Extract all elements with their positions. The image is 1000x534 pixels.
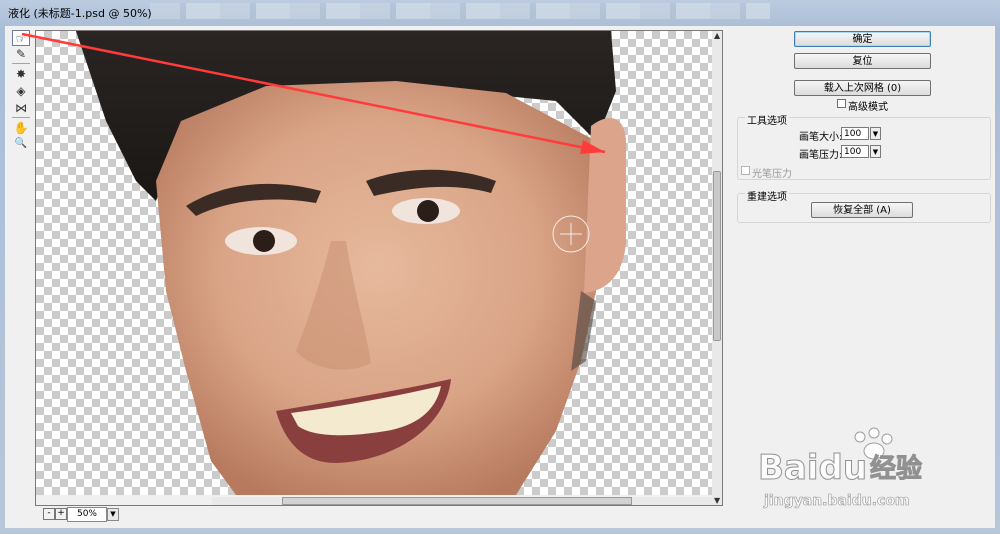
- stylus-pressure-label: 光笔压力: [752, 169, 792, 180]
- reset-button[interactable]: 复位: [794, 53, 931, 69]
- brush-size-dropdown-icon[interactable]: ▼: [870, 127, 881, 140]
- hand-tool-icon[interactable]: ✋: [12, 120, 30, 136]
- zoom-level-field[interactable]: 50%: [67, 507, 107, 522]
- brush-pressure-field[interactable]: 100: [841, 145, 869, 158]
- tool-strip: ☞ ✎ ✸ ◈ ⋈ ✋ 🔍: [10, 30, 32, 526]
- horizontal-scroll-thumb[interactable]: [282, 497, 632, 505]
- liquify-dialog-window: 液化 (未标题-1.psd @ 50%) ☞ ✎ ✸ ◈ ⋈ ✋ 🔍 ▲ ▼ -…: [0, 0, 1000, 534]
- restore-all-button[interactable]: 恢复全部 (A): [811, 202, 913, 218]
- bloat-tool-icon[interactable]: ◈: [12, 83, 30, 99]
- horizontal-scrollbar[interactable]: [212, 497, 712, 505]
- tool-options-title: 工具选项: [745, 112, 789, 127]
- watermark-url: jingyan.baidu.com: [763, 493, 910, 509]
- title-bar: 液化 (未标题-1.psd @ 50%): [0, 0, 1000, 26]
- forward-warp-tool-icon[interactable]: ☞: [12, 30, 30, 46]
- watermark-cn: 经验: [870, 453, 922, 484]
- preview-canvas[interactable]: [36, 31, 712, 495]
- zoom-dropdown-icon[interactable]: ▼: [107, 508, 119, 521]
- reconstruct-options-title: 重建选项: [745, 188, 789, 203]
- scroll-up-arrow-icon[interactable]: ▲: [714, 31, 720, 40]
- tool-divider: [12, 117, 30, 118]
- zoom-out-button[interactable]: -: [43, 508, 55, 520]
- brush-size-label: 画笔大小:: [799, 132, 843, 143]
- ok-button[interactable]: 确定: [794, 31, 931, 47]
- baidu-jingyan-watermark: Baidu 经验 jingyan.baidu.com: [750, 427, 940, 520]
- vertical-scrollbar[interactable]: ▲ ▼: [712, 31, 722, 505]
- tool-divider: [12, 63, 30, 64]
- brush-size-field[interactable]: 100: [841, 127, 869, 140]
- load-last-mesh-button[interactable]: 载入上次网格 (0): [794, 80, 931, 96]
- preview-canvas-frame: ▲ ▼: [35, 30, 723, 506]
- vertical-scroll-thumb[interactable]: [713, 171, 721, 341]
- stylus-pressure-checkbox[interactable]: [741, 166, 750, 175]
- zoom-in-button[interactable]: +: [55, 508, 67, 520]
- advanced-mode-label: 高级模式: [848, 102, 888, 113]
- scroll-down-arrow-icon[interactable]: ▼: [714, 496, 720, 505]
- title-bar-background: [150, 3, 770, 19]
- face-image: [76, 31, 627, 495]
- pucker-tool-icon[interactable]: ✸: [12, 66, 30, 82]
- brush-pressure-label: 画笔压力:: [799, 150, 843, 161]
- zoom-bar: - + 50% ▼: [35, 506, 723, 524]
- reconstruct-tool-icon[interactable]: ✎: [12, 46, 30, 62]
- advanced-mode-checkbox[interactable]: [837, 99, 846, 108]
- zoom-tool-icon[interactable]: 🔍: [12, 136, 30, 152]
- window-title: 液化 (未标题-1.psd @ 50%): [8, 7, 152, 20]
- brush-pressure-dropdown-icon[interactable]: ▼: [870, 145, 881, 158]
- watermark-brand: Baidu: [758, 448, 867, 488]
- push-left-tool-icon[interactable]: ⋈: [12, 100, 30, 116]
